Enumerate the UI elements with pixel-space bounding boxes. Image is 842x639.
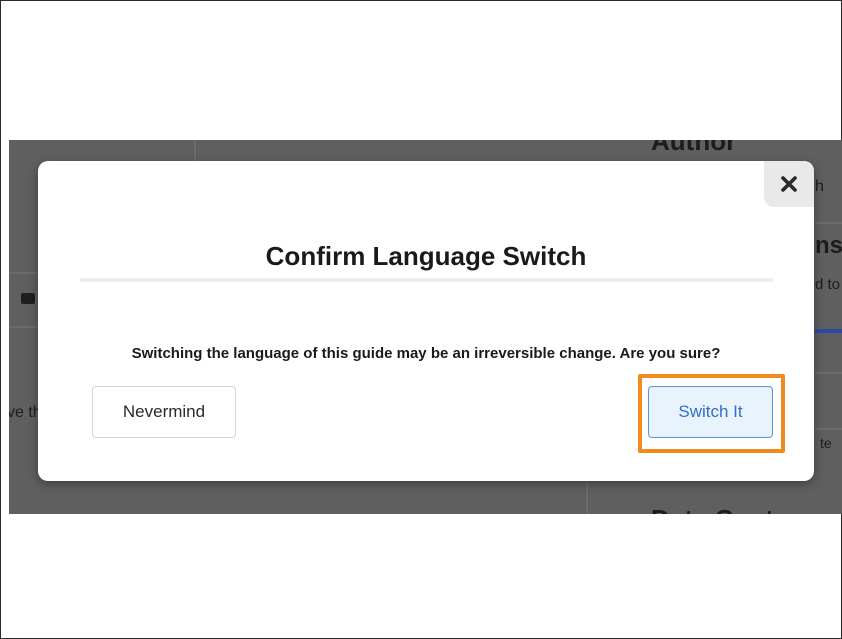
background-chip [21, 293, 35, 304]
title-divider [80, 278, 773, 282]
background-right-input: te [820, 435, 832, 451]
background-author-heading: Author [651, 140, 737, 156]
confirm-language-switch-dialog: Confirm Language Switch Switching the la… [38, 161, 814, 481]
nevermind-button[interactable]: Nevermind [92, 386, 236, 438]
background-progress-bar [815, 329, 842, 333]
background-divider [9, 326, 38, 328]
background-bottom-heading: Data Cont [651, 504, 774, 514]
background-divider [586, 482, 588, 514]
background-divider [815, 222, 842, 224]
close-icon [781, 176, 797, 192]
dialog-title: Confirm Language Switch [265, 241, 587, 271]
switch-it-button[interactable]: Switch It [648, 386, 773, 438]
background-section-text: d to [815, 276, 841, 293]
background-divider [815, 372, 842, 374]
background-divider [194, 140, 196, 162]
background-left-text: ve th [9, 404, 42, 421]
background-section-heading: ns [815, 232, 842, 259]
background-author-name: h [815, 178, 824, 195]
background-divider [815, 428, 842, 430]
close-button[interactable] [764, 161, 814, 207]
background-divider [9, 272, 38, 274]
dialog-message: Switching the language of this guide may… [131, 345, 721, 362]
